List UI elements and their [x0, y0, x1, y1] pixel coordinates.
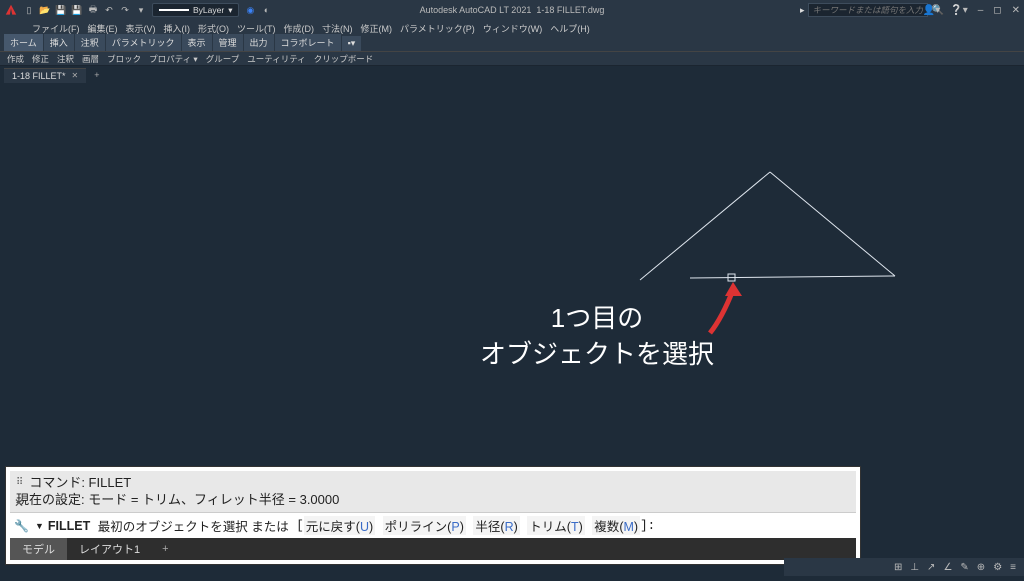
- file-tab[interactable]: 1-18 FILLET* ✕: [4, 68, 86, 83]
- command-input[interactable]: 🔧 ▼ FILLET 最初のオブジェクトを選択 または [ 元に戻す(U) ポリ…: [10, 512, 856, 538]
- status-icon[interactable]: ✎: [960, 562, 968, 573]
- cmd-option-undo[interactable]: 元に戻す(U): [304, 516, 375, 535]
- tab-collaborate[interactable]: コラボレート: [275, 34, 341, 51]
- title-text: Autodesk AutoCAD LT 2021 1-18 FILLET.dwg: [420, 5, 605, 15]
- cmd-option-trim[interactable]: トリム(T): [527, 516, 585, 535]
- tab-home[interactable]: ホーム: [4, 34, 43, 51]
- color-swatch-icon[interactable]: ◉: [245, 5, 255, 15]
- cmd-option-multiple[interactable]: 複数(M): [592, 516, 640, 535]
- panel-layers[interactable]: 画層: [79, 53, 102, 65]
- plot-icon[interactable]: 🖶: [88, 5, 98, 15]
- menu-help[interactable]: ヘルプ(H): [548, 22, 592, 35]
- command-prompt-text: 最初のオブジェクトを選択 または: [98, 516, 289, 535]
- menu-parametric[interactable]: パラメトリック(P): [398, 22, 477, 35]
- panel-props[interactable]: プロパティ ▾: [146, 53, 201, 65]
- line-right[interactable]: [770, 172, 895, 276]
- match-icon[interactable]: ◐: [261, 5, 271, 15]
- status-gear-icon[interactable]: ⚙: [993, 562, 1002, 573]
- layout-tab-add-icon[interactable]: +: [152, 543, 178, 555]
- status-icon[interactable]: ⊕: [977, 562, 985, 573]
- panel-draw[interactable]: 作成: [4, 53, 27, 65]
- menu-view[interactable]: 表示(V): [124, 22, 158, 35]
- file-tabs: 1-18 FILLET* ✕ +: [0, 66, 1024, 84]
- status-icon[interactable]: ⊞: [894, 562, 902, 573]
- help-icon[interactable]: ❔▾: [950, 5, 967, 16]
- drag-handle-icon[interactable]: ⠿: [16, 476, 23, 490]
- status-icon[interactable]: ⊥: [910, 562, 919, 573]
- line-left[interactable]: [640, 172, 770, 280]
- layer-dropdown[interactable]: ByLayer ▾: [152, 3, 239, 17]
- menu-tools[interactable]: ツール(T): [235, 22, 278, 35]
- line-swatch: [159, 9, 189, 11]
- tab-annotate[interactable]: 注釈: [75, 34, 105, 51]
- menu-draw[interactable]: 作成(D): [282, 22, 317, 35]
- menu-window[interactable]: ウィンドウ(W): [481, 22, 545, 35]
- command-history: ⠿ コマンド: FILLET ✕ 現在の設定: モード = トリム、フィレット半…: [10, 471, 856, 512]
- layout-tab-model[interactable]: モデル: [10, 538, 67, 560]
- ribbon-tabs: ホーム 挿入 注釈 パラメトリック 表示 管理 出力 コラボレート ▪▾: [0, 36, 1024, 52]
- save-icon[interactable]: 💾: [56, 5, 66, 15]
- undo-icon[interactable]: ↶: [104, 5, 114, 15]
- layout-tab-1[interactable]: レイアウト1: [67, 538, 152, 560]
- signin-icon[interactable]: 👤▾: [923, 5, 940, 16]
- maximize-icon[interactable]: ◻: [993, 5, 1001, 16]
- menu-insert[interactable]: 挿入(I): [162, 22, 193, 35]
- file-tab-add-icon[interactable]: +: [86, 70, 107, 80]
- cmd-option-polyline[interactable]: ポリライン(P): [383, 516, 466, 535]
- panel-clip[interactable]: クリップボード: [311, 53, 377, 65]
- panel-block[interactable]: ブロック: [104, 53, 144, 65]
- tab-expand-icon[interactable]: ▪▾: [342, 36, 362, 51]
- redo-icon[interactable]: ↷: [120, 5, 130, 15]
- statusbar: ⊞ ⊥ ↗ ∠ ✎ ⊕ ⚙ ≡: [784, 558, 1024, 576]
- wrench-icon[interactable]: 🔧: [14, 519, 29, 533]
- command-name: FILLET: [48, 519, 90, 533]
- app-logo: [4, 3, 18, 17]
- tab-output[interactable]: 出力: [244, 34, 274, 51]
- status-menu-icon[interactable]: ≡: [1010, 562, 1016, 573]
- command-window[interactable]: ⠿ コマンド: FILLET ✕ 現在の設定: モード = トリム、フィレット半…: [6, 467, 860, 564]
- annotation-text: 1つ目の オブジェクトを選択: [480, 300, 714, 373]
- tab-manage[interactable]: 管理: [213, 34, 243, 51]
- new-icon[interactable]: ▯: [24, 5, 34, 15]
- saveas-icon[interactable]: 💾: [72, 5, 82, 15]
- status-icon[interactable]: ∠: [943, 562, 952, 573]
- ribbon-panel-row: 作成 修正 注釈 画層 ブロック プロパティ ▾ グループ ユーティリティ クリ…: [0, 52, 1024, 66]
- cmd-option-radius[interactable]: 半径(R): [473, 516, 519, 535]
- qat-dropdown-icon[interactable]: ▾: [136, 5, 146, 15]
- tab-view[interactable]: 表示: [182, 34, 212, 51]
- tab-parametric[interactable]: パラメトリック: [106, 34, 181, 51]
- cmd-close-icon[interactable]: ✕: [14, 495, 24, 511]
- status-icon[interactable]: ↗: [927, 562, 935, 573]
- panel-group[interactable]: グループ: [203, 53, 243, 65]
- menu-modify[interactable]: 修正(M): [359, 22, 395, 35]
- menu-dim[interactable]: 寸法(N): [320, 22, 355, 35]
- cmd-dropdown-icon[interactable]: ▼: [35, 521, 44, 531]
- layout-tabs: モデル レイアウト1 +: [10, 538, 856, 560]
- tab-insert[interactable]: 挿入: [44, 34, 74, 51]
- search-input[interactable]: [808, 3, 928, 17]
- minimize-icon[interactable]: –: [978, 5, 984, 16]
- close-icon[interactable]: ✕: [1012, 5, 1020, 16]
- panel-util[interactable]: ユーティリティ: [244, 53, 308, 65]
- file-tab-label: 1-18 FILLET*: [12, 71, 66, 81]
- menu-file[interactable]: ファイル(F): [30, 22, 82, 35]
- panel-modify[interactable]: 修正: [29, 53, 52, 65]
- layer-label: ByLayer: [193, 5, 224, 15]
- menu-edit[interactable]: 編集(E): [86, 22, 120, 35]
- file-tab-close-icon[interactable]: ✕: [72, 71, 79, 80]
- panel-annot[interactable]: 注釈: [54, 53, 77, 65]
- open-icon[interactable]: 📂: [40, 5, 50, 15]
- menu-format[interactable]: 形式(O): [196, 22, 231, 35]
